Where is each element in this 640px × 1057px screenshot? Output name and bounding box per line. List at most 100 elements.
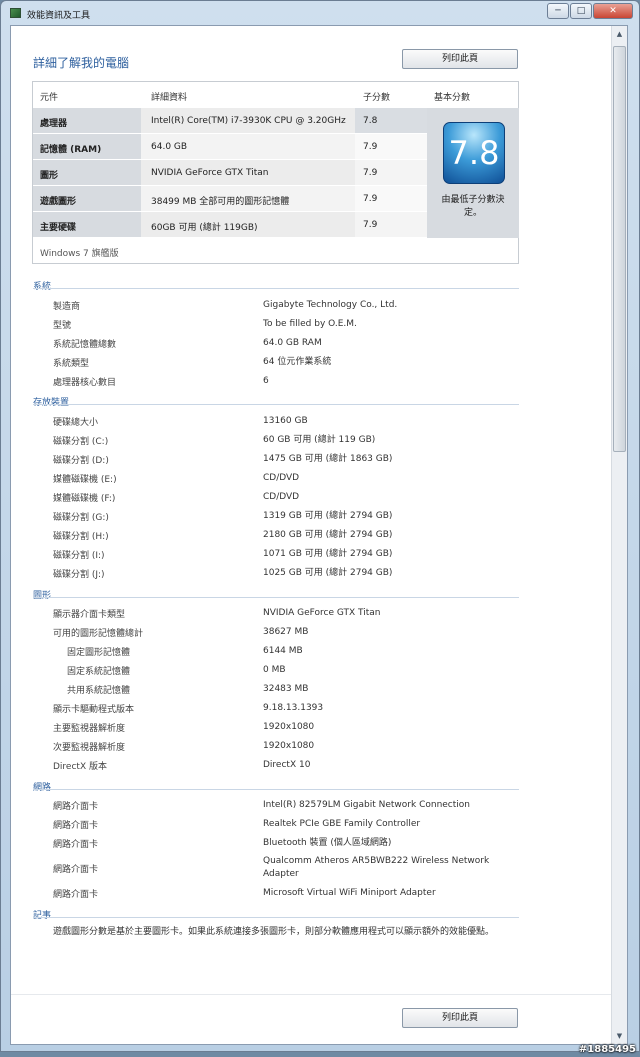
network-label: 網路介面卡	[53, 821, 99, 831]
storage-value: 13160 GB	[263, 416, 308, 426]
section-divider	[33, 917, 519, 918]
network-value: Qualcomm Atheros AR5BWB222 Wireless Netw…	[263, 856, 490, 879]
table-row: 記憶體 (RAM) 64.0 GB 7.9	[33, 134, 427, 159]
storage-label: 硬碟總大小	[53, 418, 99, 428]
row-component: 記憶體 (RAM)	[33, 134, 141, 159]
row-subscore: 7.9	[355, 160, 427, 185]
network-value: Realtek PCIe GBE Family Controller	[263, 819, 421, 829]
storage-value: 1319 GB 可用 (總計 2794 GB)	[263, 511, 393, 521]
system-value: 6	[263, 376, 269, 386]
col-header-detail: 詳細資料	[151, 93, 188, 103]
section-divider	[33, 404, 519, 405]
section-divider	[33, 288, 519, 289]
graphics-label: 共用系統記憶體	[67, 686, 131, 696]
row-subscore: 7.9	[355, 186, 427, 211]
system-label: 處理器核心數目	[53, 378, 117, 388]
storage-value: CD/DVD	[263, 492, 300, 502]
window-title: 效能資訊及工具	[27, 11, 91, 21]
rating-table: 元件 詳細資料 子分數 基本分數 處理器 Intel(R) Core(TM) i…	[32, 81, 519, 264]
storage-value: CD/DVD	[263, 473, 300, 483]
col-header-subscore: 子分數	[363, 93, 391, 103]
window: 效能資訊及工具 ─ □ ✕ 詳細了解我的電腦 列印此頁 元件 詳細資料 子分數 …	[0, 0, 640, 1052]
table-row: 主要硬碟 60GB 可用 (總計 119GB) 7.9	[33, 212, 427, 237]
graphics-label: DirectX 版本	[53, 762, 107, 772]
system-label: 系統記憶體總數	[53, 340, 117, 350]
section-title-notes: 記事	[33, 911, 52, 921]
graphics-label: 顯示卡驅動程式版本	[53, 705, 135, 715]
storage-label: 磁碟分割 (H:)	[53, 532, 109, 542]
system-label: 系統類型	[53, 359, 90, 369]
row-subscore: 7.9	[355, 212, 427, 237]
base-score-badge: 7.8	[443, 122, 505, 184]
rating-header: 元件 詳細資料 子分數 基本分數	[33, 82, 518, 108]
row-detail: 38499 MB 全部可用的圖形記憶體	[141, 186, 355, 211]
row-detail: 64.0 GB	[141, 134, 355, 159]
maximize-button[interactable]: □	[570, 3, 592, 19]
graphics-value: DirectX 10	[263, 760, 311, 770]
graphics-value: 32483 MB	[263, 684, 309, 694]
client-area: 詳細了解我的電腦 列印此頁 元件 詳細資料 子分數 基本分數 處理器 Intel…	[10, 25, 628, 1045]
network-label: 網路介面卡	[53, 865, 99, 875]
footer-divider	[11, 994, 611, 995]
windows-edition: Windows 7 旗艦版	[40, 249, 119, 259]
graphics-label: 顯示器介面卡類型	[53, 610, 126, 620]
system-label: 製造商	[53, 302, 81, 312]
row-detail: 60GB 可用 (總計 119GB)	[141, 212, 355, 237]
row-component: 主要硬碟	[33, 212, 141, 237]
graphics-label: 次要監視器解析度	[53, 743, 126, 753]
row-subscore: 7.8	[355, 108, 427, 133]
graphics-label: 固定圖形記憶體	[67, 648, 131, 658]
graphics-value: 1920x1080	[263, 722, 315, 732]
base-score-panel: 7.8 由最低子分數決定。	[427, 108, 519, 238]
base-score-note: 由最低子分數決定。	[441, 195, 505, 218]
col-header-component: 元件	[40, 93, 59, 103]
network-label: 網路介面卡	[53, 890, 99, 900]
print-button-bottom[interactable]: 列印此頁	[402, 1008, 518, 1028]
network-label: 網路介面卡	[53, 840, 99, 850]
table-row: 圖形 NVIDIA GeForce GTX Titan 7.9	[33, 160, 427, 185]
notes-text: 遊戲圖形分數是基於主要圖形卡。如果此系統連接多張圖形卡，則部分軟體應用程式可以顯…	[53, 927, 495, 937]
section-title-network: 網路	[33, 783, 52, 793]
row-component: 圖形	[33, 160, 141, 185]
network-label: 網路介面卡	[53, 802, 99, 812]
section-title-storage: 存放裝置	[33, 398, 70, 408]
system-value: To be filled by O.E.M.	[263, 319, 357, 329]
storage-value: 1025 GB 可用 (總計 2794 GB)	[263, 568, 393, 578]
graphics-label: 可用的圖形記憶體總計	[53, 629, 144, 639]
vertical-scrollbar[interactable]: ▲ ▼	[611, 26, 627, 1044]
storage-value: 2180 GB 可用 (總計 2794 GB)	[263, 530, 393, 540]
app-icon	[10, 8, 21, 18]
graphics-value: 6144 MB	[263, 646, 303, 656]
graphics-value: 1920x1080	[263, 741, 315, 751]
row-detail: NVIDIA GeForce GTX Titan	[141, 160, 355, 185]
table-row: 處理器 Intel(R) Core(TM) i7-3930K CPU @ 3.2…	[33, 108, 427, 133]
scroll-down-icon[interactable]: ▼	[612, 1028, 627, 1044]
graphics-value: NVIDIA GeForce GTX Titan	[263, 608, 381, 618]
graphics-label: 主要監視器解析度	[53, 724, 126, 734]
graphics-value: 9.18.13.1393	[263, 703, 324, 713]
print-button-top[interactable]: 列印此頁	[402, 49, 518, 69]
network-value: Microsoft Virtual WiFi Miniport Adapter	[263, 888, 436, 898]
title-bar[interactable]: 效能資訊及工具 ─ □ ✕	[1, 1, 639, 25]
storage-value: 1475 GB 可用 (總計 1863 GB)	[263, 454, 393, 464]
section-title-system: 系統	[33, 282, 52, 292]
row-component: 處理器	[33, 108, 141, 133]
scroll-up-icon[interactable]: ▲	[612, 26, 627, 42]
system-value: 64 位元作業系統	[263, 357, 332, 367]
section-divider	[33, 597, 519, 598]
minimize-button[interactable]: ─	[547, 3, 569, 19]
storage-label: 媒體磁碟機 (E:)	[53, 475, 117, 485]
scroll-thumb[interactable]	[613, 46, 626, 452]
row-detail: Intel(R) Core(TM) i7-3930K CPU @ 3.20GHz	[141, 108, 355, 133]
section-divider	[33, 789, 519, 790]
system-value: Gigabyte Technology Co., Ltd.	[263, 300, 398, 310]
col-header-basescore: 基本分數	[434, 93, 471, 103]
system-label: 型號	[53, 321, 72, 331]
storage-label: 磁碟分割 (I:)	[53, 551, 105, 561]
graphics-value: 38627 MB	[263, 627, 309, 637]
storage-label: 磁碟分割 (G:)	[53, 513, 109, 523]
storage-value: 1071 GB 可用 (總計 2794 GB)	[263, 549, 393, 559]
close-button[interactable]: ✕	[593, 3, 633, 19]
storage-label: 磁碟分割 (C:)	[53, 437, 109, 447]
network-value: Intel(R) 82579LM Gigabit Network Connect…	[263, 800, 470, 810]
